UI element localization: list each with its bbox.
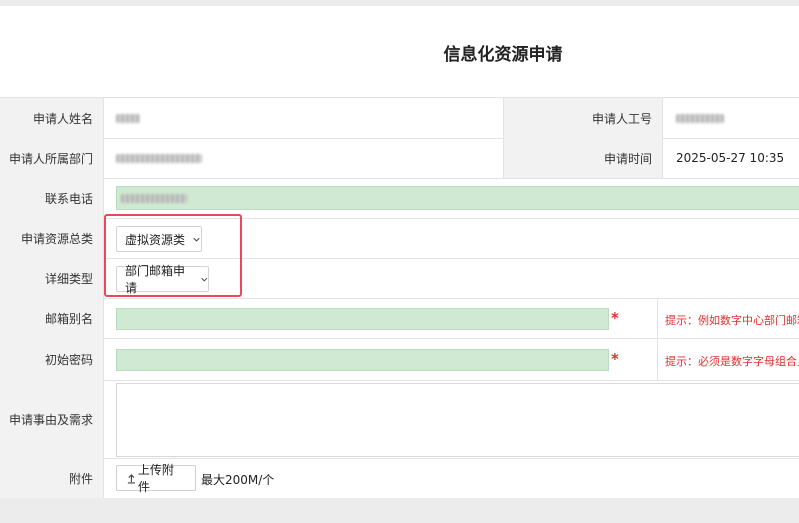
chevron-down-icon [201,277,208,281]
required-mark: * [611,350,619,368]
mailbox-alias-input[interactable] [116,308,609,330]
row-mailbox-alias: 邮箱别名 * 提示：例如数字中心部门邮箱 [0,298,799,339]
redacted-department [116,153,202,163]
upload-attachment-label: 上传附件 [137,463,174,494]
required-mark: * [611,309,619,327]
row-initial-password: 初始密码 * 提示：必须是数字字母组合且 [0,338,799,381]
department-value [116,138,202,178]
row-resource-category: 申请资源总类 虚拟资源类 [0,218,799,259]
mailbox-alias-hint: 提示：例如数字中心部门邮箱 [665,314,799,327]
label-applicant-name: 申请人姓名 [0,98,104,138]
applicant-name-value [116,98,140,138]
label-initial-password: 初始密码 [0,338,104,380]
top-bar [0,0,799,6]
label-reason: 申请事由及需求 [0,380,104,458]
upload-attachment-button[interactable]: 上传附件 [116,463,196,494]
resource-category-value: 虚拟资源类 [125,232,186,247]
row-reason: 申请事由及需求 [0,380,799,459]
upload-arrow-icon [127,473,135,483]
divider [657,298,658,338]
reason-textarea[interactable] [116,383,799,457]
row-department: 申请人所属部门 申请时间 2025-05-27 10:35 [0,138,799,179]
label-apply-time: 申请时间 [503,138,663,178]
label-attachment: 附件 [0,458,104,498]
label-phone: 联系电话 [0,178,104,218]
redacted-phone [121,194,187,203]
initial-password-input[interactable] [116,349,609,371]
detail-type-value: 部门邮箱申请 [125,264,186,295]
chevron-down-icon [193,237,200,242]
resource-category-select[interactable]: 虚拟资源类 [116,226,202,252]
bottom-bar [0,498,799,523]
redacted-name [116,113,140,123]
initial-password-hint: 提示：必须是数字字母组合且 [665,355,799,368]
label-resource-category: 申请资源总类 [0,218,104,258]
row-detail-type: 详细类型 部门邮箱申请 [0,258,799,299]
label-mailbox-alias: 邮箱别名 [0,298,104,338]
application-form: 申请人姓名 申请人工号 申请人所属部门 申请时间 2025-05-27 10:3… [0,97,799,499]
label-detail-type: 详细类型 [0,258,104,298]
row-attachment: 附件 上传附件 最大200M/个 [0,458,799,499]
employee-id-value [676,98,724,138]
attachment-size-limit: 最大200M/个 [201,473,275,487]
apply-time-value: 2025-05-27 10:35 [676,151,785,165]
redacted-employee-id [676,113,724,123]
phone-input[interactable] [116,186,799,210]
label-department: 申请人所属部门 [0,138,104,178]
divider [657,338,658,380]
row-phone: 联系电话 [0,178,799,219]
detail-type-select[interactable]: 部门邮箱申请 [116,264,209,295]
row-applicant: 申请人姓名 申请人工号 [0,98,799,139]
label-employee-id: 申请人工号 [503,98,663,138]
page-title: 信息化资源申请 [443,45,563,65]
